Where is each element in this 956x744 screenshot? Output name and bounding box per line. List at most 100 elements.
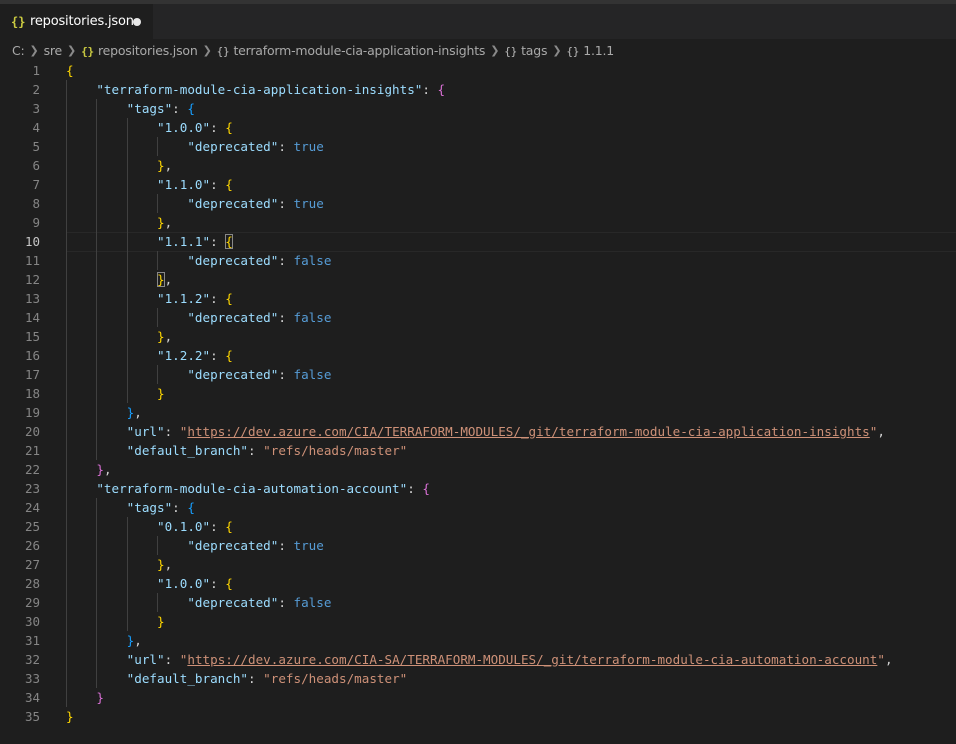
code-line[interactable]: 6 },: [0, 156, 956, 175]
indent-guide: [66, 251, 67, 270]
code-line[interactable]: 13 "1.1.2": {: [0, 289, 956, 308]
code-token: }: [157, 158, 165, 173]
indent-guide: [66, 441, 67, 460]
code-line[interactable]: 24 "tags": {: [0, 498, 956, 517]
line-number: 35: [24, 709, 40, 724]
code-token: "deprecated": [187, 538, 279, 553]
code-line[interactable]: 27 },: [0, 555, 956, 574]
code-line[interactable]: 7 "1.1.0": {: [0, 175, 956, 194]
indent-guide: [96, 593, 98, 612]
indent-guide: [126, 593, 128, 612]
indent-guide: [96, 327, 98, 346]
indent-guide: [96, 194, 98, 213]
indent-guide: [66, 612, 67, 631]
breadcrumb-folder[interactable]: sre: [44, 43, 63, 58]
code-text: "url": "https://dev.azure.com/CIA-SA/TER…: [66, 650, 893, 669]
code-line[interactable]: 9 },: [0, 213, 956, 232]
line-number: 23: [24, 481, 40, 496]
code-line[interactable]: 19 },: [0, 403, 956, 422]
code-line[interactable]: 11 "deprecated": false: [0, 251, 956, 270]
code-token: true: [293, 139, 324, 154]
code-text: "1.1.1": {: [66, 232, 233, 251]
indent-guide: [66, 175, 67, 194]
breadcrumb-drive[interactable]: C:: [12, 43, 25, 58]
tab-repositories-json[interactable]: {} repositories.json: [0, 4, 153, 39]
indent-guide: [66, 308, 67, 327]
indent-guide: [126, 194, 128, 213]
indent-guide: [96, 384, 98, 403]
line-number: 2: [32, 82, 40, 97]
code-line[interactable]: 31 },: [0, 631, 956, 650]
code-line[interactable]: 14 "deprecated": false: [0, 308, 956, 327]
code-line[interactable]: 28 "1.0.0": {: [0, 574, 956, 593]
code-text: "deprecated": true: [66, 194, 324, 213]
code-line[interactable]: 15 },: [0, 327, 956, 346]
breadcrumb-file[interactable]: {} repositories.json: [81, 43, 198, 58]
code-token: "1.1.2": [157, 291, 211, 306]
code-line[interactable]: 33 "default_branch": "refs/heads/master": [0, 669, 956, 688]
indent-guide: [157, 365, 159, 384]
indent-guide: [96, 289, 98, 308]
code-token: "terraform-module-cia-automation-account…: [96, 481, 408, 496]
code-line[interactable]: 18 }: [0, 384, 956, 403]
code-token: ,: [884, 652, 893, 667]
code-line[interactable]: 17 "deprecated": false: [0, 365, 956, 384]
unsaved-dot-icon[interactable]: [133, 18, 141, 26]
indent-guide: [66, 688, 67, 707]
indent-guide: [126, 289, 128, 308]
code-text: "deprecated": false: [66, 251, 331, 270]
code-token: ,: [164, 272, 173, 287]
indent-guide: [66, 631, 67, 650]
indent-guide: [96, 403, 98, 422]
breadcrumb-item-tags[interactable]: {} tags: [504, 43, 547, 58]
code-token: ": [877, 652, 885, 667]
code-token: "1.1.0": [157, 177, 211, 192]
breadcrumb-item-module[interactable]: {} terraform-module-cia-application-insig…: [217, 43, 486, 58]
code-line[interactable]: 21 "default_branch": "refs/heads/master": [0, 441, 956, 460]
code-line[interactable]: 29 "deprecated": false: [0, 593, 956, 612]
code-line[interactable]: 8 "deprecated": true: [0, 194, 956, 213]
breadcrumb: C: ❯ sre ❯ {} repositories.json ❯ {} terra…: [0, 39, 956, 61]
indent-guide: [66, 80, 67, 99]
indent-guide: [66, 156, 67, 175]
code-token: :: [278, 595, 294, 610]
code-line[interactable]: 2 "terraform-module-cia-application-insi…: [0, 80, 956, 99]
indent-guide: [126, 612, 128, 631]
code-line[interactable]: 20 "url": "https://dev.azure.com/CIA/TER…: [0, 422, 956, 441]
code-line[interactable]: 1{: [0, 61, 956, 80]
code-token: :: [210, 348, 226, 363]
line-number: 9: [32, 215, 40, 230]
code-text: "deprecated": true: [66, 536, 324, 555]
code-line[interactable]: 30 }: [0, 612, 956, 631]
code-token: :: [278, 310, 294, 325]
code-editor[interactable]: 1{2 "terraform-module-cia-application-in…: [0, 61, 956, 744]
code-line[interactable]: 3 "tags": {: [0, 99, 956, 118]
code-line[interactable]: 26 "deprecated": true: [0, 536, 956, 555]
indent-guide: [66, 479, 67, 498]
code-line[interactable]: 12 },: [0, 270, 956, 289]
breadcrumb-item-version[interactable]: {} 1.1.1: [566, 43, 614, 58]
line-number: 12: [24, 272, 40, 287]
code-line[interactable]: 34 }: [0, 688, 956, 707]
code-token: ,: [164, 329, 173, 344]
code-line[interactable]: 32 "url": "https://dev.azure.com/CIA-SA/…: [0, 650, 956, 669]
code-line[interactable]: 22 },: [0, 460, 956, 479]
code-line[interactable]: 35}: [0, 707, 956, 726]
code-line[interactable]: 16 "1.2.2": {: [0, 346, 956, 365]
indent-guide: [96, 498, 98, 517]
indent-guide: [96, 365, 98, 384]
line-number: 15: [24, 329, 40, 344]
indent-guide: [126, 156, 128, 175]
code-line[interactable]: 4 "1.0.0": {: [0, 118, 956, 137]
code-token: :: [172, 101, 188, 116]
indent-guide: [126, 251, 128, 270]
code-line[interactable]: 25 "0.1.0": {: [0, 517, 956, 536]
code-token: https://dev.azure.com/CIA/TERRAFORM-MODU…: [187, 424, 870, 439]
code-line[interactable]: 5 "deprecated": true: [0, 137, 956, 156]
code-line[interactable]: 23 "terraform-module-cia-automation-acco…: [0, 479, 956, 498]
indent-guide: [126, 118, 128, 137]
indent-guide: [66, 213, 67, 232]
code-line[interactable]: 10 "1.1.1": {: [0, 232, 956, 252]
line-number: 16: [24, 348, 40, 363]
code-text: "deprecated": false: [66, 593, 331, 612]
